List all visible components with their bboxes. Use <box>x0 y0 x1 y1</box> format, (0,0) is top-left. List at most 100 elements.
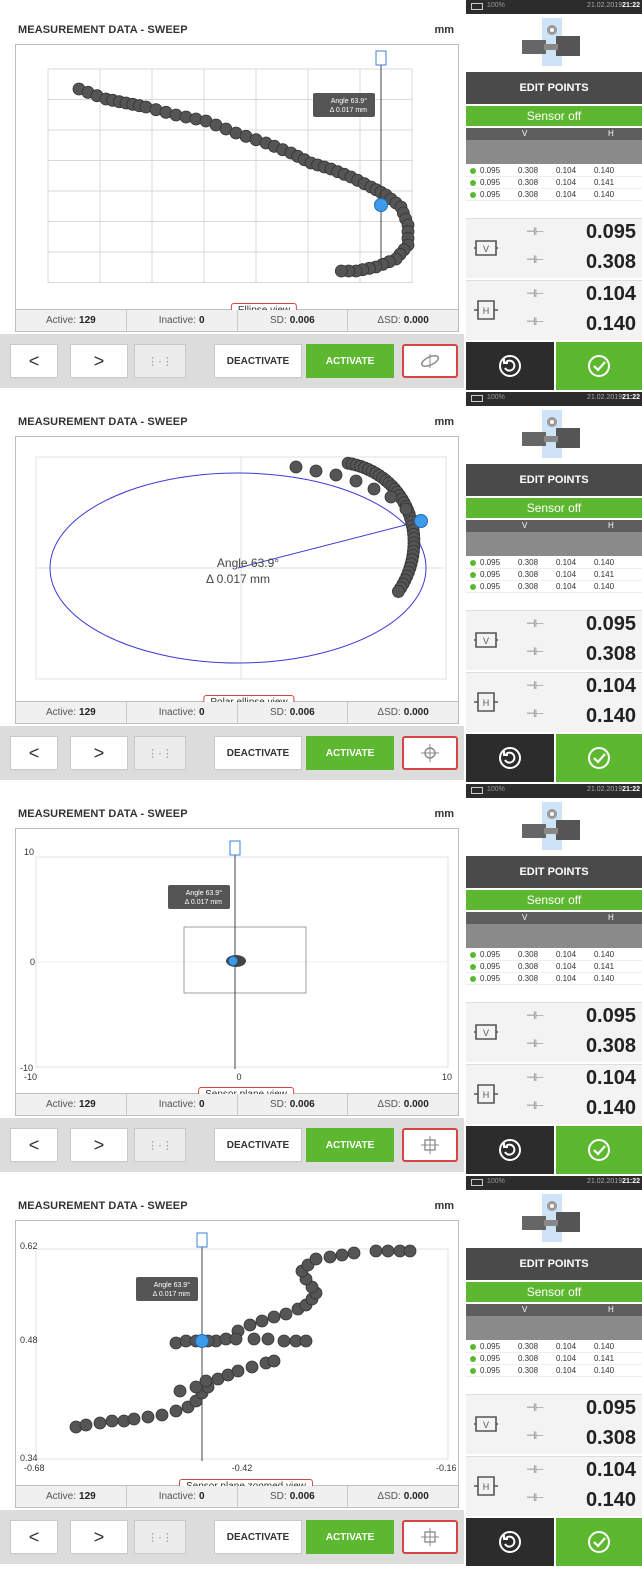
ellipse-view-icon[interactable] <box>402 344 458 378</box>
activate-button[interactable]: ACTIVATE <box>306 344 394 378</box>
active-dot-icon <box>470 167 476 174</box>
table-row[interactable]: 0.095 0.308 0.104 0.140 <box>466 1365 642 1377</box>
table-row[interactable]: 0.095 0.308 0.104 0.140 <box>466 949 642 961</box>
data-point <box>309 464 323 478</box>
measurement-area: MEASUREMENT DATA - SWEEP mm Angle 63.9° Δ… <box>0 784 464 1174</box>
next-button[interactable]: > <box>70 1520 128 1554</box>
cursor-handle-icon <box>375 50 387 66</box>
column-icons <box>466 140 642 164</box>
table-cell: 0.104 <box>556 166 577 175</box>
undo-button[interactable] <box>466 1518 554 1566</box>
h-offset-value: 0.140 <box>585 313 636 335</box>
crosshair-icon[interactable] <box>402 736 458 770</box>
battery-level: 100% <box>487 1178 505 1185</box>
table-row[interactable]: 0.095 0.308 0.104 0.140 <box>466 557 642 569</box>
table-row[interactable]: 0.095 0.308 0.104 0.140 <box>466 165 642 177</box>
toolbar: < > ⋮·⋮ DEACTIVATE ACTIVATE <box>0 1118 464 1172</box>
prev-button[interactable]: < <box>10 344 58 378</box>
table-cell: 0.095 <box>480 582 501 591</box>
prev-button[interactable]: < <box>10 1520 58 1554</box>
table-row[interactable]: 0.095 0.308 0.104 0.141 <box>466 569 642 581</box>
active-count: Active: 129 <box>16 310 127 331</box>
tooltip-delta: Δ 0.017 mm <box>153 1291 191 1298</box>
table-cell: 0.140 <box>594 582 615 591</box>
vertical-icon: V <box>474 1024 498 1040</box>
undo-button[interactable] <box>466 1126 554 1174</box>
plot-area[interactable]: Angle 63.9°Δ 0.017 mm Polar ellipse view <box>15 436 459 712</box>
prev-button[interactable]: < <box>10 1128 58 1162</box>
edit-points-button[interactable]: EDIT POINTS <box>466 1248 642 1280</box>
next-button[interactable]: > <box>70 344 128 378</box>
table-cell: 0.308 <box>518 950 539 959</box>
confirm-button[interactable] <box>556 734 642 782</box>
confirm-button[interactable] <box>556 342 642 390</box>
panel-ellipse-view: MEASUREMENT DATA - SWEEP mm Angle 63.9° Δ… <box>0 0 642 390</box>
table-row[interactable]: 0.095 0.308 0.104 0.141 <box>466 177 642 189</box>
confirm-button[interactable] <box>556 1518 642 1566</box>
sensor-plane-icon[interactable] <box>402 1128 458 1162</box>
values-table: 0.095 0.308 0.104 0.140 0.095 0.308 0.104 0.141… <box>466 165 642 201</box>
v-icon-letter: V <box>483 1028 489 1038</box>
prev-button[interactable]: < <box>10 736 58 770</box>
tooltip-angle: Angle 63.9° <box>154 1281 190 1289</box>
table-cell: 0.095 <box>480 950 501 959</box>
activate-button[interactable]: ACTIVATE <box>306 1520 394 1554</box>
values-table: 0.095 0.308 0.104 0.140 0.095 0.308 0.104 0.141… <box>466 1341 642 1377</box>
vertical-result: V ⊣⊢ ⊣⊢ 0.095 0.308 <box>466 1002 642 1062</box>
confirm-button[interactable] <box>556 1126 642 1174</box>
toolbar: < > ⋮·⋮ DEACTIVATE ACTIVATE <box>0 1510 464 1564</box>
table-row[interactable]: 0.095 0.308 0.104 0.140 <box>466 581 642 593</box>
status-bar: 100% 21.02.201921:22 <box>466 784 642 798</box>
activate-button[interactable]: ACTIVATE <box>306 736 394 770</box>
plot-area[interactable]: Angle 63.9°Δ 0.017 mm Ellipse view <box>15 44 459 320</box>
plot-area[interactable]: Angle 63.9°Δ 0.017 mm100-10-10010 Sensor… <box>15 828 459 1104</box>
edit-points-button[interactable]: EDIT POINTS <box>466 856 642 888</box>
table-row[interactable]: 0.095 0.308 0.104 0.141 <box>466 961 642 973</box>
horizontal-icon: H <box>474 1084 498 1104</box>
sd-value: SD: 0.006 <box>238 1486 349 1507</box>
checkmark-icon <box>588 355 610 377</box>
table-cell: 0.308 <box>518 582 539 591</box>
deactivate-button[interactable]: DEACTIVATE <box>214 1520 302 1554</box>
edit-points-button[interactable]: EDIT POINTS <box>466 72 642 104</box>
active-count: Active: 129 <box>16 702 127 723</box>
sensor-plane-icon[interactable] <box>402 1520 458 1554</box>
edit-point-icon[interactable]: ⋮·⋮ <box>134 736 186 770</box>
table-cell: 0.104 <box>556 1354 577 1363</box>
activate-button[interactable]: ACTIVATE <box>306 1128 394 1162</box>
active-dot-icon <box>470 1343 476 1350</box>
offset-icon: ⊣⊢ <box>526 1100 544 1112</box>
undo-button[interactable] <box>466 734 554 782</box>
table-row[interactable]: 0.095 0.308 0.104 0.140 <box>466 1341 642 1353</box>
table-row[interactable]: 0.095 0.308 0.104 0.140 <box>466 189 642 201</box>
deactivate-button[interactable]: DEACTIVATE <box>214 736 302 770</box>
status-bar: 100% 21.02.201921:22 <box>466 1176 642 1190</box>
table-cell: 0.104 <box>556 962 577 971</box>
active-dot-icon <box>470 975 476 982</box>
data-point <box>277 1334 291 1348</box>
machine-train-icon <box>516 1194 586 1242</box>
table-cell: 0.140 <box>594 166 615 175</box>
deactivate-button[interactable]: DEACTIVATE <box>214 1128 302 1162</box>
plot-area[interactable]: Angle 63.9° Δ 0.017 mm 0.62 0.48 0.34 -0.68 -0… <box>15 1220 459 1496</box>
table-row[interactable]: 0.095 0.308 0.104 0.141 <box>466 1353 642 1365</box>
next-button[interactable]: > <box>70 1128 128 1162</box>
edit-point-icon[interactable]: ⋮·⋮ <box>134 344 186 378</box>
data-point <box>323 1250 337 1264</box>
data-point <box>127 1412 141 1426</box>
bottom-actions <box>466 734 642 782</box>
table-cell: 0.095 <box>480 974 501 983</box>
v-angularity-value: 0.095 <box>585 613 636 635</box>
edit-point-icon[interactable]: ⋮·⋮ <box>134 1128 186 1162</box>
deactivate-button[interactable]: DEACTIVATE <box>214 344 302 378</box>
edit-points-button[interactable]: EDIT POINTS <box>466 464 642 496</box>
undo-button[interactable] <box>466 342 554 390</box>
table-cell: 0.104 <box>556 1366 577 1375</box>
next-button[interactable]: > <box>70 736 128 770</box>
table-row[interactable]: 0.095 0.308 0.104 0.140 <box>466 973 642 985</box>
table-cell: 0.095 <box>480 166 501 175</box>
v-angularity-value: 0.095 <box>585 1005 636 1027</box>
edit-point-icon[interactable]: ⋮·⋮ <box>134 1520 186 1554</box>
cursor-handle-icon <box>229 840 241 856</box>
x-tick-left: -10 <box>24 1072 37 1082</box>
